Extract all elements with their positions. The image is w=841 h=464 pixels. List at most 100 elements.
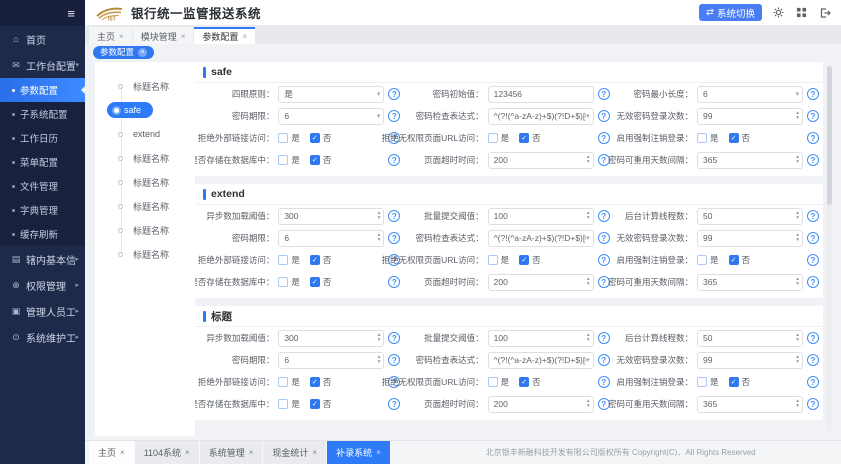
checkbox-checked-icon[interactable]: ✓ <box>310 255 320 265</box>
checkbox-option-否[interactable]: ✓否 <box>519 376 541 388</box>
select-field[interactable]: ^(?!(^a-zA-z)+$)(?!D+$)[0-9A-Z...▾ <box>488 230 594 247</box>
help-icon[interactable]: ? <box>388 332 400 344</box>
number-field[interactable]: 300▴▾ <box>278 330 384 347</box>
help-icon[interactable]: ? <box>807 254 819 266</box>
checkbox-unchecked-icon[interactable] <box>488 255 498 265</box>
number-field[interactable]: 50▴▾ <box>697 330 803 347</box>
top-tab-模块管理[interactable]: 模块管理× <box>133 27 194 44</box>
help-icon[interactable]: ? <box>598 210 610 222</box>
checkbox-unchecked-icon[interactable] <box>488 133 498 143</box>
checkbox-option-否[interactable]: ✓否 <box>310 376 332 388</box>
close-icon[interactable]: × <box>312 448 317 457</box>
checkbox-option-否[interactable]: ✓否 <box>729 376 751 388</box>
checkbox-unchecked-icon[interactable] <box>278 255 288 265</box>
checkbox-option-否[interactable]: ✓否 <box>310 398 332 410</box>
checkbox-checked-icon[interactable]: ✓ <box>729 255 739 265</box>
help-icon[interactable]: ? <box>807 132 819 144</box>
stepper-down-icon[interactable]: ▾ <box>796 238 799 243</box>
number-field[interactable]: 99▴▾ <box>697 108 803 125</box>
number-field[interactable]: 99▴▾ <box>697 230 803 247</box>
help-icon[interactable]: ? <box>807 276 819 288</box>
help-icon[interactable]: ? <box>388 210 400 222</box>
stepper-down-icon[interactable]: ▾ <box>587 404 590 409</box>
sidebar-item-basic-info[interactable]: ▤辖内基本信息▸ <box>0 246 85 272</box>
help-icon[interactable]: ? <box>598 88 610 100</box>
checkbox-unchecked-icon[interactable] <box>278 277 288 287</box>
close-icon[interactable]: × <box>185 448 190 457</box>
anchor-item-safe-1[interactable]: safe <box>95 98 195 122</box>
checkbox-unchecked-icon[interactable] <box>697 255 707 265</box>
checkbox-option-否[interactable]: ✓否 <box>519 254 541 266</box>
checkbox-unchecked-icon[interactable] <box>697 133 707 143</box>
stepper-down-icon[interactable]: ▾ <box>796 116 799 121</box>
bottom-tab-补录系统[interactable]: 补录系统× <box>327 441 391 464</box>
checkbox-checked-icon[interactable]: ✓ <box>519 255 529 265</box>
number-field[interactable]: 365▴▾ <box>697 152 803 169</box>
help-icon[interactable]: ? <box>388 232 400 244</box>
stepper-down-icon[interactable]: ▾ <box>378 338 381 343</box>
anchor-item-extend-2[interactable]: extend <box>95 122 195 146</box>
close-icon[interactable]: × <box>249 448 254 457</box>
help-icon[interactable]: ? <box>598 110 610 122</box>
help-icon[interactable]: ? <box>598 232 610 244</box>
number-field[interactable]: 6▴▾ <box>278 352 384 369</box>
help-icon[interactable]: ? <box>807 376 819 388</box>
checkbox-checked-icon[interactable]: ✓ <box>519 377 529 387</box>
select-field[interactable]: ^(?!(^a-zA-z)+$)(?!D+$)[0-9A-Z...▾ <box>488 108 594 125</box>
help-icon[interactable]: ? <box>388 276 400 288</box>
help-icon[interactable]: ? <box>807 332 819 344</box>
number-field[interactable]: 200▴▾ <box>488 152 594 169</box>
top-tab-主页[interactable]: 主页× <box>89 27 132 44</box>
stepper-down-icon[interactable]: ▾ <box>587 160 590 165</box>
tag-close-icon[interactable]: × <box>138 48 147 57</box>
close-icon[interactable]: × <box>242 32 247 41</box>
close-icon[interactable]: × <box>181 32 186 41</box>
help-icon[interactable]: ? <box>598 332 610 344</box>
help-icon[interactable]: ? <box>807 154 819 166</box>
select-field[interactable]: 6▾ <box>697 86 803 103</box>
checkbox-option-是[interactable]: 是 <box>488 132 510 144</box>
number-field[interactable]: 50▴▾ <box>697 208 803 225</box>
scrollbar-thumb[interactable] <box>827 66 832 205</box>
help-icon[interactable]: ? <box>388 88 400 100</box>
checkbox-option-是[interactable]: 是 <box>697 254 719 266</box>
checkbox-checked-icon[interactable]: ✓ <box>310 377 320 387</box>
stepper-down-icon[interactable]: ▾ <box>796 338 799 343</box>
help-icon[interactable]: ? <box>598 132 610 144</box>
checkbox-option-是[interactable]: 是 <box>278 132 300 144</box>
checkbox-option-是[interactable]: 是 <box>278 154 300 166</box>
checkbox-option-是[interactable]: 是 <box>278 276 300 288</box>
checkbox-option-是[interactable]: 是 <box>278 376 300 388</box>
tag-参数配置[interactable]: 参数配置 × <box>93 46 154 59</box>
checkbox-checked-icon[interactable]: ✓ <box>310 155 320 165</box>
stepper-down-icon[interactable]: ▾ <box>587 282 590 287</box>
stepper-down-icon[interactable]: ▾ <box>378 238 381 243</box>
help-icon[interactable]: ? <box>807 88 819 100</box>
number-field[interactable]: 100▴▾ <box>488 330 594 347</box>
stepper-down-icon[interactable]: ▾ <box>587 338 590 343</box>
close-icon[interactable]: × <box>376 448 381 457</box>
help-icon[interactable]: ? <box>807 232 819 244</box>
close-icon[interactable]: × <box>120 448 125 457</box>
number-field[interactable]: 365▴▾ <box>697 396 803 413</box>
number-field[interactable]: 6▴▾ <box>278 230 384 247</box>
checkbox-unchecked-icon[interactable] <box>278 155 288 165</box>
checkbox-option-是[interactable]: 是 <box>278 254 300 266</box>
sidebar-subitem-菜单配置[interactable]: 菜单配置 <box>0 150 85 174</box>
checkbox-unchecked-icon[interactable] <box>278 399 288 409</box>
help-icon[interactable]: ? <box>388 154 400 166</box>
menu-toggle-icon[interactable]: ≡ <box>67 6 75 21</box>
checkbox-option-否[interactable]: ✓否 <box>519 132 541 144</box>
sidebar-item-home[interactable]: ⌂首页 <box>0 26 85 52</box>
anchor-item-标题名称-3[interactable]: 标题名称 <box>95 146 195 170</box>
help-icon[interactable]: ? <box>598 254 610 266</box>
checkbox-checked-icon[interactable]: ✓ <box>310 133 320 143</box>
number-field[interactable]: 300▴▾ <box>278 208 384 225</box>
sidebar-item-workbench[interactable]: ✉工作台配置▾ <box>0 52 85 78</box>
stepper-down-icon[interactable]: ▾ <box>378 216 381 221</box>
top-tab-参数配置[interactable]: 参数配置× <box>194 27 255 44</box>
anchor-item-标题名称-0[interactable]: 标题名称 <box>95 74 195 98</box>
anchor-item-标题名称-5[interactable]: 标题名称 <box>95 194 195 218</box>
text-field[interactable]: 123456 <box>488 86 594 103</box>
help-icon[interactable]: ? <box>598 354 610 366</box>
